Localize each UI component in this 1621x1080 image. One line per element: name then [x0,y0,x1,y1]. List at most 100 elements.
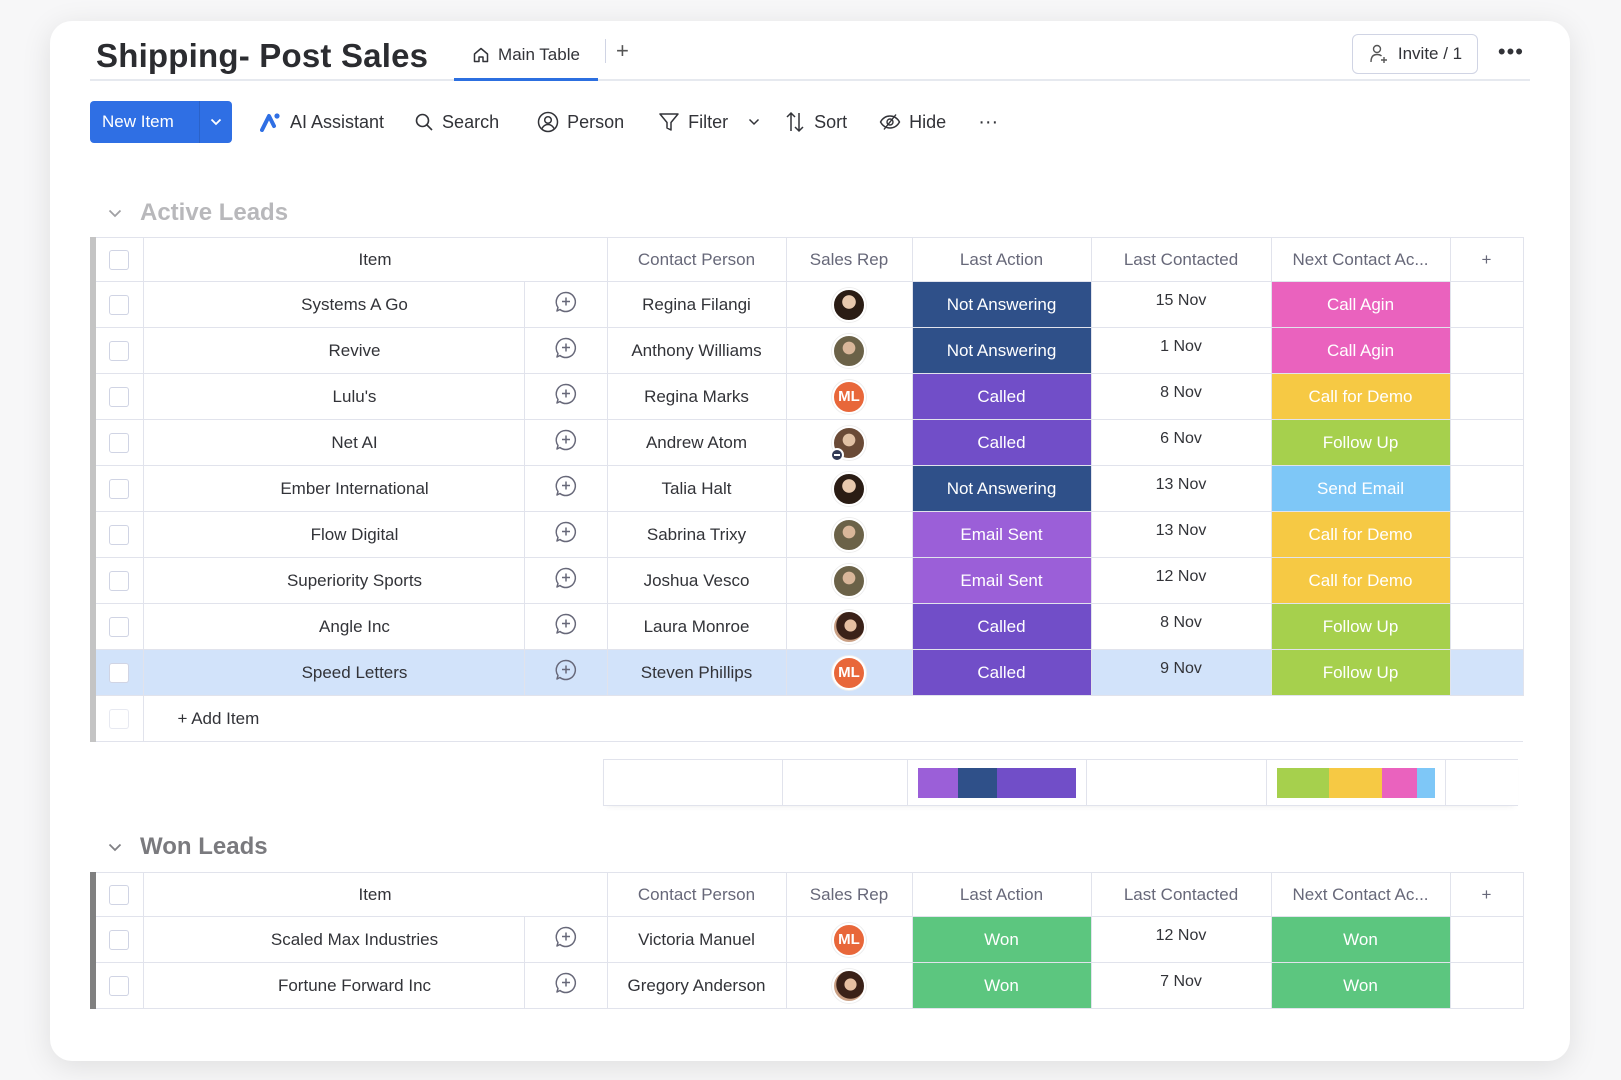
row-select-cell[interactable] [90,649,144,696]
item-name[interactable]: Superiority Sports [142,557,525,604]
more-options-icon[interactable]: ••• [1498,39,1524,65]
updates-cell[interactable] [523,962,608,1009]
table-row[interactable]: Fortune Forward Inc Gregory Anderson Won 7 … [90,962,1524,1009]
item-name[interactable]: Angle Inc [142,603,525,650]
select-all-checkbox[interactable] [109,884,130,905]
add-update-icon[interactable] [554,658,578,682]
tab-main-table[interactable]: Main Table [454,31,598,81]
distribution-segment-send-email[interactable] [1417,767,1435,798]
hide-button[interactable]: Hide [879,112,946,133]
last-action-status[interactable]: Called [911,649,1092,696]
item-name[interactable]: Ember International [142,465,525,512]
contact-person[interactable]: Talia Halt [606,465,787,512]
column-header-sales-rep[interactable]: Sales Rep [785,872,913,917]
next-contact-status[interactable]: Follow Up [1270,649,1451,696]
sales-rep-avatar[interactable] [832,287,866,322]
distribution-segment-follow-up[interactable] [1276,767,1330,798]
row-select-cell[interactable] [90,603,144,650]
summary-last-action[interactable] [907,759,1088,806]
add-update-icon[interactable] [554,612,578,636]
row-checkbox[interactable] [109,662,130,683]
add-item-row[interactable]: + Add Item [90,695,1523,742]
sales-rep-avatar[interactable] [832,471,866,506]
chevron-down-icon[interactable] [108,839,124,855]
updates-cell[interactable] [523,419,608,466]
add-column-button[interactable]: + [1449,237,1524,282]
table-row[interactable]: Flow Digital Sabrina Trixy Email Sent 13 No… [90,511,1524,558]
next-contact-distribution-bar[interactable] [1276,767,1435,798]
row-select-cell[interactable] [90,465,144,512]
item-name[interactable]: Speed Letters [142,649,525,696]
next-contact-status[interactable]: Follow Up [1270,419,1451,466]
add-update-icon[interactable] [554,566,578,590]
sales-rep-avatar[interactable] [832,563,866,598]
add-view-button[interactable]: + [605,39,629,63]
row-checkbox[interactable] [109,478,130,499]
contact-person[interactable]: Gregory Anderson [606,962,787,1009]
last-contacted-date[interactable]: 13 Nov [1090,511,1272,558]
add-update-icon[interactable] [554,336,578,360]
column-header-next-contact[interactable]: Next Contact Ac... [1270,872,1451,917]
sales-rep-avatar[interactable] [832,333,866,368]
select-all-cell[interactable] [90,237,144,282]
table-row[interactable]: Scaled Max Industries Victoria Manuel ML Wo… [90,916,1524,963]
add-update-icon[interactable] [554,971,578,995]
distribution-segment-call-for-demo[interactable] [1329,767,1382,798]
row-checkbox[interactable] [109,340,130,361]
sales-rep-avatar[interactable]: ML [832,655,866,690]
row-checkbox[interactable] [109,294,130,315]
add-update-icon[interactable] [554,382,578,406]
sales-rep-avatar[interactable] [832,517,866,552]
last-contacted-date[interactable]: 12 Nov [1090,557,1272,604]
distribution-segment-call-agin[interactable] [1382,767,1418,798]
next-contact-status[interactable]: Follow Up [1270,603,1451,650]
row-checkbox[interactable] [109,524,130,545]
next-contact-status[interactable]: Call for Demo [1270,511,1451,558]
column-header-last-contacted[interactable]: Last Contacted [1090,237,1272,282]
column-header-last-action[interactable]: Last Action [911,872,1092,917]
last-contacted-date[interactable]: 8 Nov [1090,373,1272,420]
group-title-active-leads[interactable]: Active Leads [108,199,288,227]
add-item-input[interactable]: + Add Item [142,695,1523,742]
add-column-button[interactable]: + [1449,872,1524,917]
column-header-sales-rep[interactable]: Sales Rep [785,237,913,282]
column-header-item[interactable]: Item [142,237,608,282]
contact-person[interactable]: Laura Monroe [606,603,787,650]
sort-button[interactable]: Sort [784,110,847,134]
column-header-next-contact[interactable]: Next Contact Ac... [1270,237,1451,282]
row-select-cell[interactable] [90,419,144,466]
group-title-won-leads[interactable]: Won Leads [108,833,268,861]
invite-button[interactable]: Invite / 1 [1352,34,1478,74]
sales-rep-cell[interactable] [785,511,913,558]
chevron-down-icon[interactable] [748,118,760,126]
table-row[interactable]: Revive Anthony Williams Not Answering 1 Nov… [90,327,1524,374]
search-button[interactable]: Search [414,112,499,133]
new-item-dropdown[interactable] [200,101,232,143]
contact-person[interactable]: Anthony Williams [606,327,787,374]
contact-person[interactable]: Sabrina Trixy [606,511,787,558]
updates-cell[interactable] [523,557,608,604]
column-header-last-action[interactable]: Last Action [911,237,1092,282]
add-update-icon[interactable] [554,520,578,544]
updates-cell[interactable] [523,281,608,328]
last-action-distribution-bar[interactable] [918,767,1077,798]
updates-cell[interactable] [523,649,608,696]
item-name[interactable]: Lulu's [142,373,525,420]
item-name[interactable]: Systems A Go [142,281,525,328]
table-row[interactable]: Lulu's Regina Marks ML Called 8 Nov Call for … [90,373,1524,420]
updates-cell[interactable] [523,511,608,558]
row-checkbox[interactable] [109,432,130,453]
last-action-status[interactable]: Called [911,373,1092,420]
last-contacted-date[interactable]: 9 Nov [1090,649,1272,696]
next-contact-status[interactable]: Send Email [1270,465,1451,512]
updates-cell[interactable] [523,465,608,512]
distribution-segment-called[interactable] [997,767,1077,798]
row-select-cell[interactable] [90,511,144,558]
next-contact-status[interactable]: Call Agin [1270,327,1451,374]
last-contacted-date[interactable]: 13 Nov [1090,465,1272,512]
row-checkbox[interactable] [109,386,130,407]
next-contact-status[interactable]: Won [1270,916,1451,963]
item-name[interactable]: Scaled Max Industries [142,916,525,963]
last-action-status[interactable]: Called [911,603,1092,650]
row-checkbox[interactable] [109,570,130,591]
